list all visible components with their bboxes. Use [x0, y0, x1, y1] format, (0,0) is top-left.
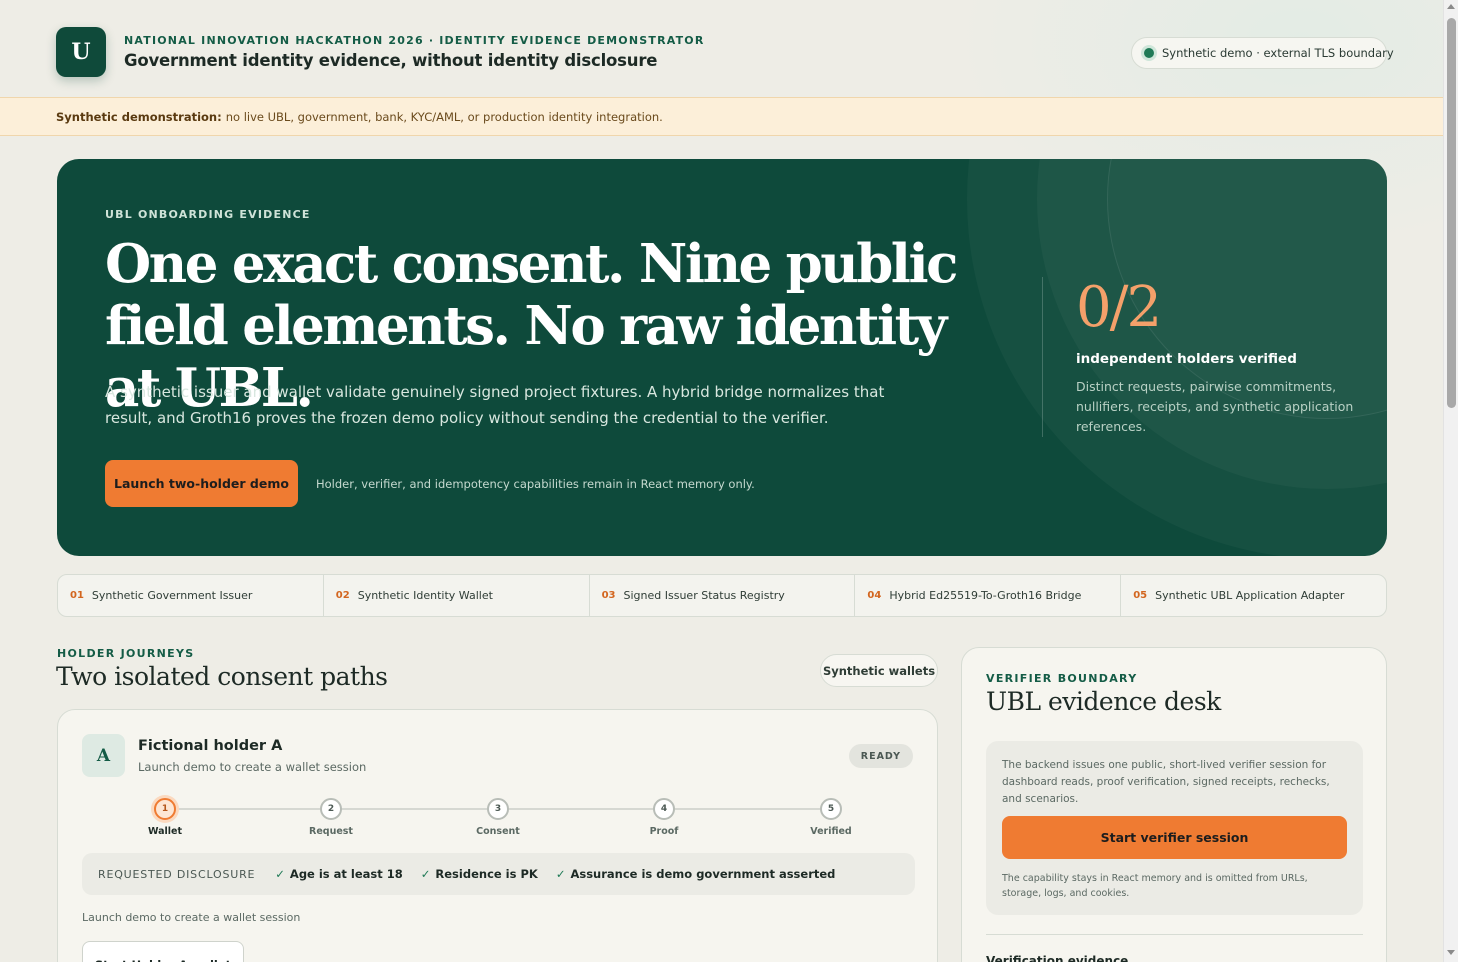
synthetic-banner: Synthetic demonstration: no live UBL, go… [0, 97, 1443, 136]
step-label: Verified [810, 826, 852, 837]
holder-status-text: Launch demo to create a wallet session [82, 911, 301, 924]
brand-logo: U [56, 27, 106, 77]
holder-subtitle: Launch demo to create a wallet session [138, 760, 367, 774]
pipeline-step-label: Signed Issuer Status Registry [623, 589, 785, 602]
scrollbar-thumb[interactable] [1447, 18, 1456, 408]
holders-verified-desc: Distinct requests, pairwise commitments,… [1076, 379, 1354, 434]
disclosure-item: ✓ Age is at least 18 [275, 867, 402, 881]
start-verifier-session-button[interactable]: Start verifier session [1002, 816, 1347, 859]
header-title: Government identity evidence, without id… [124, 51, 658, 70]
disclosure-text: Assurance is demo government asserted [570, 867, 836, 881]
verification-evidence-heading: Verification evidence [986, 954, 1129, 962]
check-icon: ✓ [555, 867, 566, 881]
verifier-title: UBL evidence desk [986, 687, 1221, 716]
pipeline-step-label: Hybrid Ed25519-To-Groth16 Bridge [889, 589, 1082, 602]
page-scrollbar[interactable] [1443, 0, 1458, 962]
step-request: 2 Request [301, 798, 361, 837]
verifier-divider [986, 934, 1363, 935]
pipeline-step: 05 Synthetic UBL Application Adapter [1121, 575, 1386, 616]
scroll-up-icon[interactable] [1447, 4, 1455, 9]
requested-disclosure: REQUESTED DISCLOSURE ✓ Age is at least 18… [82, 853, 915, 895]
disclosure-label: REQUESTED DISCLOSURE [98, 867, 256, 881]
status-pill: Synthetic demo · external TLS boundary [1131, 37, 1394, 69]
pipeline-step: 03 Signed Issuer Status Registry [590, 575, 856, 616]
step-consent: 3 Consent [468, 798, 528, 837]
verifier-note: The capability stays in React memory and… [1002, 873, 1308, 899]
step-number: 3 [487, 798, 509, 820]
page-viewport: U NATIONAL INNOVATION HACKATHON 2026 · I… [0, 0, 1443, 962]
holders-verified-count: 0/2 [1076, 275, 1162, 340]
verifier-card: VERIFIER BOUNDARY UBL evidence desk The … [961, 647, 1387, 962]
pipeline-step-number: 03 [601, 590, 616, 601]
pipeline-step-number: 05 [1133, 590, 1148, 601]
start-holder-a-wallet-button[interactable]: Start Holder A wallet [82, 941, 244, 962]
hero-body: A synthetic issuer and wallet validate g… [105, 383, 885, 427]
holders-verified-label: independent holders verified [1076, 351, 1297, 367]
pipeline-step: 01 Synthetic Government Issuer [58, 575, 324, 616]
banner-label: Synthetic demonstration: [56, 109, 222, 124]
step-label: Proof [649, 826, 679, 837]
pipeline-step-number: 04 [867, 590, 882, 601]
holder-a-card: A Fictional holder A Launch demo to crea… [57, 709, 938, 962]
step-number: 5 [820, 798, 842, 820]
journeys-title: Two isolated consent paths [56, 662, 388, 691]
launch-note: Holder, verifier, and idempotency capabi… [316, 477, 755, 491]
verifier-desc: The backend issues one public, short-liv… [1002, 759, 1330, 805]
verifier-session-panel: The backend issues one public, short-liv… [986, 741, 1363, 915]
disclosure-item: ✓ Residence is PK [421, 867, 538, 881]
pipeline-step: 02 Synthetic Identity Wallet [324, 575, 590, 616]
step-number: 1 [154, 798, 176, 820]
holder-name: Fictional holder A [138, 738, 283, 754]
pipeline-step-number: 02 [335, 590, 350, 601]
pipeline-step-number: 01 [70, 590, 84, 601]
pipeline-step-label: Synthetic Government Issuer [91, 589, 253, 602]
step-proof: 4 Proof [634, 798, 694, 837]
synthetic-wallets-pill: Synthetic wallets [820, 654, 938, 687]
avatar: A [82, 734, 125, 777]
pipeline-step-label: Synthetic UBL Application Adapter [1155, 589, 1345, 602]
header-eyebrow: NATIONAL INNOVATION HACKATHON 2026 · IDE… [124, 34, 705, 47]
check-icon: ✓ [275, 867, 285, 881]
launch-demo-button[interactable]: Launch two-holder demo [105, 460, 298, 507]
step-wallet: 1 Wallet [135, 798, 195, 837]
step-number: 2 [320, 798, 342, 820]
pipeline-strip: 01 Synthetic Government Issuer 02 Syntheti… [57, 574, 1387, 617]
step-verified: 5 Verified [801, 798, 861, 837]
status-pill-label: Synthetic demo · external TLS boundary [1162, 46, 1394, 60]
verifier-eyebrow: VERIFIER BOUNDARY [986, 672, 1138, 685]
step-label: Request [309, 826, 353, 837]
disclosure-item: ✓ Assurance is demo government asserted [556, 867, 836, 881]
hero-eyebrow: UBL ONBOARDING EVIDENCE [105, 208, 311, 221]
journeys-eyebrow: HOLDER JOURNEYS [57, 647, 195, 660]
status-badge: READY [848, 744, 913, 768]
disclosure-text: Residence is PK [435, 867, 538, 881]
disclosure-text: Age is at least 18 [289, 867, 403, 881]
stat-divider [1042, 277, 1043, 437]
step-label: Wallet [147, 826, 183, 837]
app-header: U NATIONAL INNOVATION HACKATHON 2026 · I… [0, 0, 1443, 97]
scroll-down-icon[interactable] [1447, 950, 1455, 955]
hero-panel: UBL ONBOARDING EVIDENCE One exact consen… [57, 159, 1387, 556]
status-dot-icon [1144, 48, 1154, 58]
pipeline-step: 04 Hybrid Ed25519-To-Groth16 Bridge [855, 575, 1122, 616]
banner-text: no live UBL, government, bank, KYC/AML, … [225, 109, 663, 124]
step-number: 4 [653, 798, 675, 820]
pipeline-step-label: Synthetic Identity Wallet [357, 589, 493, 602]
check-icon: ✓ [420, 867, 431, 881]
journey-stepper: 1 Wallet 2 Request 3 Consent 4 Proof 5 V… [148, 798, 852, 843]
step-label: Consent [476, 826, 520, 837]
